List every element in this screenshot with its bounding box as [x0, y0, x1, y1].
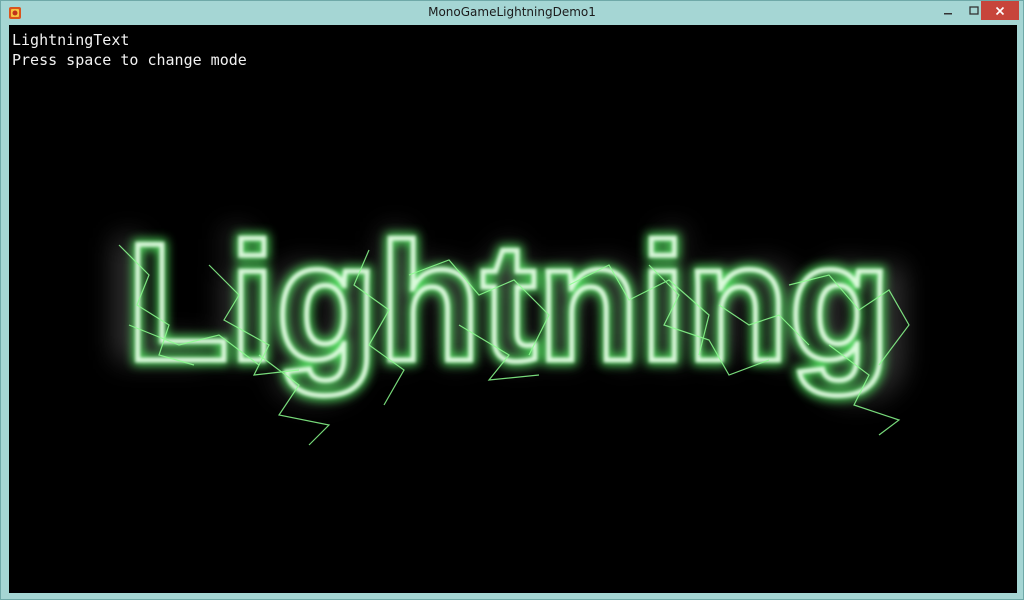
window-title: MonoGameLightningDemo1 [428, 5, 596, 19]
maximize-icon [969, 6, 979, 15]
title-bar[interactable]: MonoGameLightningDemo1 [1, 1, 1023, 25]
minimize-icon [944, 13, 952, 15]
minimize-button[interactable] [935, 1, 961, 21]
app-window: MonoGameLightningDemo1 LightningText Pre… [0, 0, 1024, 600]
game-viewport[interactable]: LightningText Press space to change mode… [9, 25, 1017, 593]
game-app-icon[interactable] [8, 6, 22, 20]
lightning-core: Lightning [126, 208, 891, 396]
lightning-text-render: Lightning Lightning Lightning [104, 199, 914, 446]
close-button[interactable] [981, 1, 1019, 20]
close-icon [995, 6, 1005, 15]
